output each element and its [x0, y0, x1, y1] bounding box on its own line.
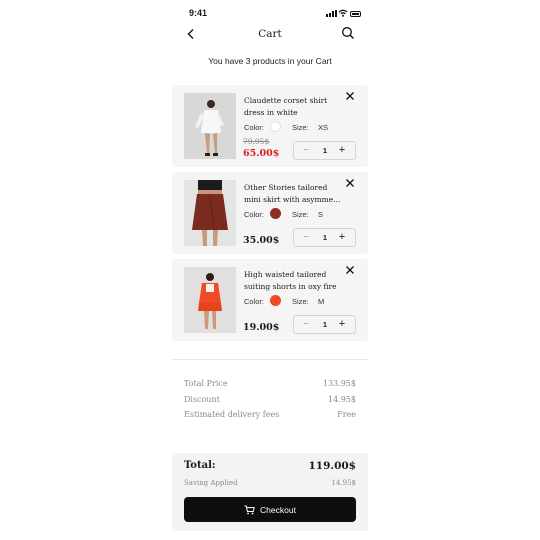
size-label: Size:: [292, 123, 309, 132]
product-price: 65.00$: [243, 148, 280, 159]
original-price: 79.95$: [243, 137, 270, 146]
product-price: 19.00$: [243, 322, 280, 333]
cart-icon: [244, 505, 255, 514]
delivery-value: Free: [337, 410, 356, 419]
color-label: Color:: [244, 210, 265, 219]
quantity-value: 1: [322, 233, 328, 242]
total-price-value: 133.95$: [322, 379, 356, 388]
product-image[interactable]: [184, 180, 236, 246]
quantity-value: 1: [322, 320, 328, 329]
product-name: Claudette corset shirt dress in white: [244, 96, 328, 117]
color-swatch: [270, 295, 281, 306]
search-icon[interactable]: [341, 26, 355, 40]
checkout-button[interactable]: Checkout: [184, 497, 356, 522]
size-value: S: [318, 210, 324, 219]
quantity-stepper: − 1 +: [293, 141, 356, 160]
quantity-stepper: − 1 +: [293, 315, 356, 334]
increase-quantity-button[interactable]: +: [336, 231, 348, 244]
total-price-label: Total Price: [184, 379, 228, 388]
total-price-row: Total Price 133.95$: [184, 379, 356, 388]
color-swatch: [270, 208, 281, 219]
decrease-quantity-button[interactable]: −: [300, 144, 312, 157]
quantity-value: 1: [322, 146, 328, 155]
quantity-stepper: − 1 +: [293, 228, 356, 247]
cart-item: Other Stories tailored mini skirt with a…: [172, 172, 368, 254]
discount-value: 14.95$: [328, 395, 356, 404]
signal-icon: [326, 10, 337, 17]
saving-value: 14.95$: [331, 479, 357, 487]
discount-row: Discount 14.95$: [184, 395, 356, 404]
discount-label: Discount: [184, 395, 220, 404]
checkout-label: Checkout: [260, 504, 296, 515]
product-price: 35.00$: [243, 235, 280, 246]
increase-quantity-button[interactable]: +: [336, 144, 348, 157]
size-value: XS: [318, 123, 329, 132]
size-label: Size:: [292, 210, 309, 219]
status-bar: 9:41: [172, 8, 368, 20]
color-label: Color:: [244, 123, 265, 132]
total-value: 119.00$: [308, 460, 357, 472]
decrease-quantity-button[interactable]: −: [300, 318, 312, 331]
close-icon[interactable]: [344, 177, 356, 189]
top-nav: Cart: [172, 26, 368, 44]
cart-count-text: You have 3 products in your Cart: [208, 56, 332, 66]
product-name: Other Stories tailored mini skirt with a…: [244, 183, 341, 204]
page-title: Cart: [258, 28, 282, 40]
close-icon[interactable]: [344, 90, 356, 102]
size-value: M: [318, 297, 325, 306]
close-icon[interactable]: [344, 264, 356, 276]
cart-item: High waisted tailored suiting shorts in …: [172, 259, 368, 341]
product-name: High waisted tailored suiting shorts in …: [244, 270, 337, 291]
saving-label: Saving Applied: [184, 479, 238, 487]
color-swatch: [270, 121, 281, 132]
increase-quantity-button[interactable]: +: [336, 318, 348, 331]
section-divider: [172, 359, 368, 360]
product-image[interactable]: [184, 267, 236, 333]
delivery-row: Estimated delivery fees Free: [184, 410, 356, 419]
color-label: Color:: [244, 297, 265, 306]
order-total-panel: Total: 119.00$ Saving Applied 14.95$ Che…: [172, 453, 368, 531]
battery-icon: [350, 11, 361, 17]
size-label: Size:: [292, 297, 309, 306]
wifi-icon: [338, 9, 348, 17]
decrease-quantity-button[interactable]: −: [300, 231, 312, 244]
product-image[interactable]: [184, 93, 236, 159]
cart-screen: 9:41 Cart You have 3 products in your Ca…: [172, 0, 368, 540]
delivery-label: Estimated delivery fees: [184, 410, 280, 419]
status-time: 9:41: [189, 8, 208, 18]
cart-item: Claudette corset shirt dress in white Co…: [172, 85, 368, 167]
total-label: Total:: [184, 460, 216, 471]
